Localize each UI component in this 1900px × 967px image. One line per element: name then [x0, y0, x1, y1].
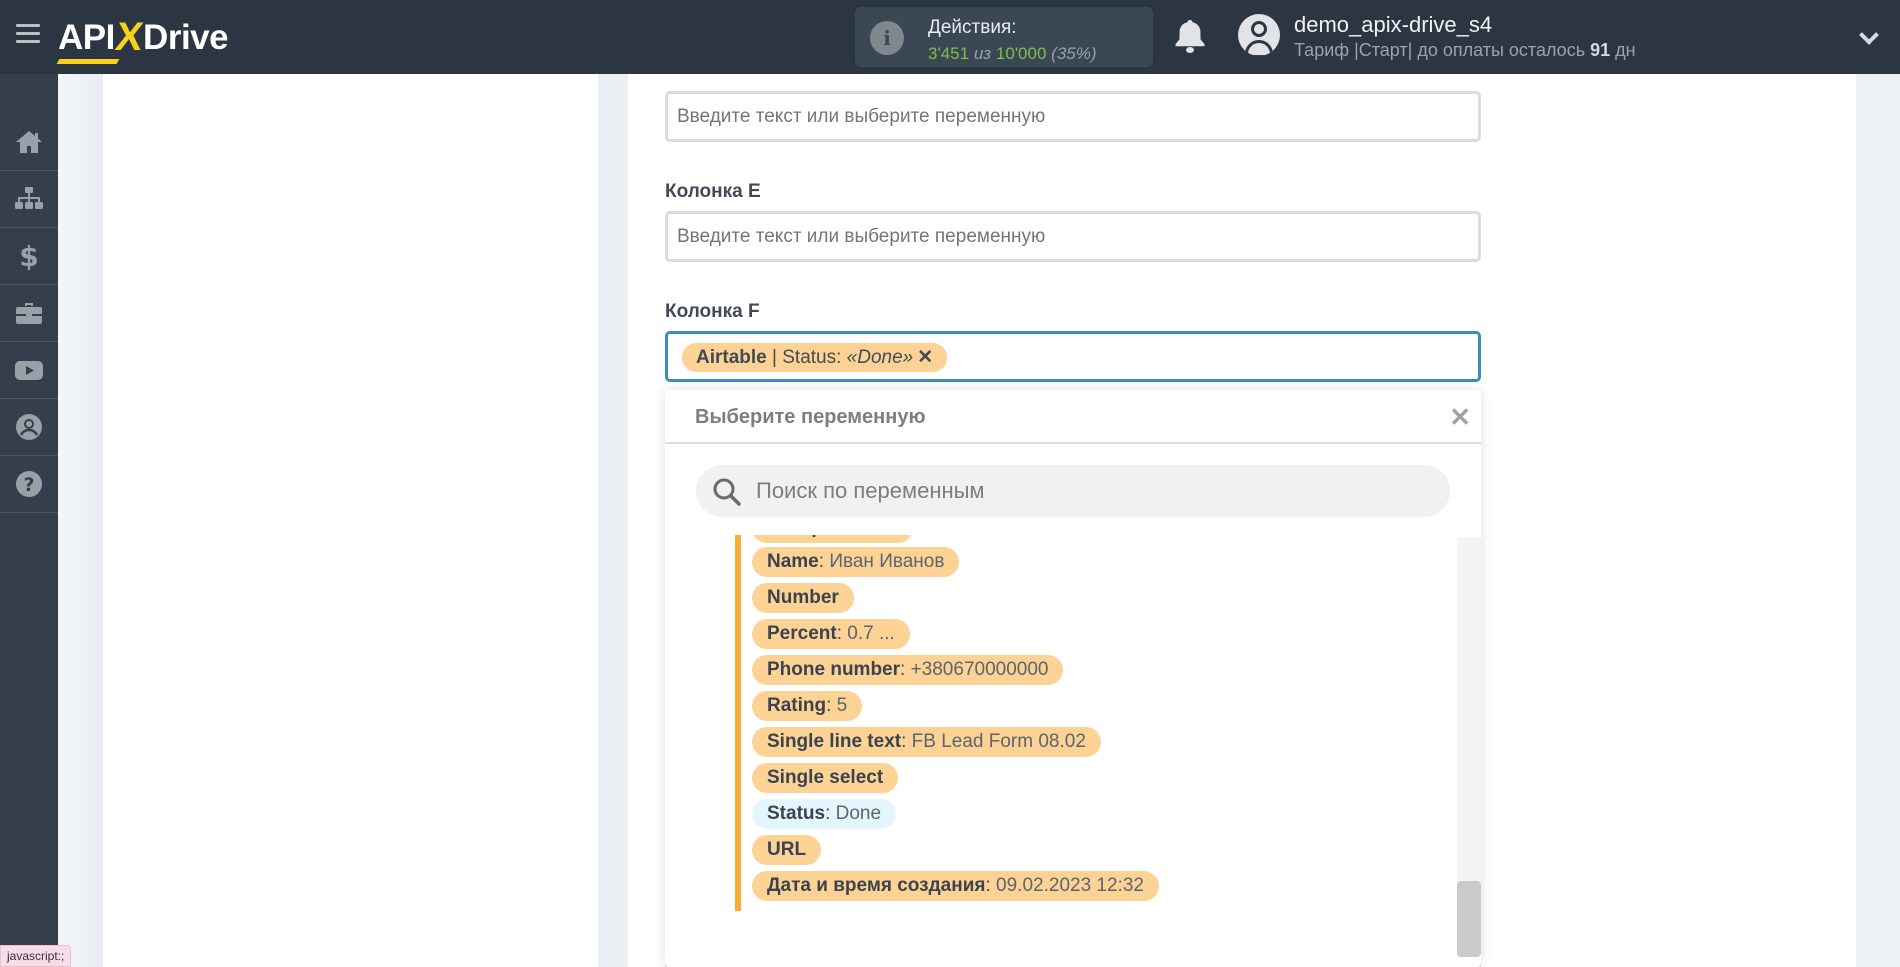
- column-d-input[interactable]: [665, 91, 1481, 142]
- variable-key: URL: [767, 839, 807, 860]
- variable-group-bar: [735, 535, 741, 911]
- sidebar-item-connections[interactable]: [0, 171, 58, 228]
- right-gutter: [1856, 74, 1900, 967]
- variable-item[interactable]: Single line text: FB Lead Form 08.02: [752, 727, 1101, 757]
- actions-percent: (35%): [1051, 44, 1097, 63]
- briefcase-icon: [16, 303, 42, 324]
- actions-total: 10'000: [995, 44, 1047, 63]
- youtube-icon: [15, 361, 43, 380]
- sidebar: $ ?: [0, 74, 58, 967]
- variable-list: Multiple select Name: Иван Иванов Number…: [665, 535, 1455, 915]
- variable-value: Done: [835, 803, 882, 824]
- variable-key: Status: [767, 803, 826, 824]
- sidebar-item-help[interactable]: ?: [0, 456, 58, 513]
- variable-item[interactable]: Single select: [752, 763, 899, 793]
- logo-text-api: API: [58, 18, 115, 57]
- left-gutter: [58, 74, 103, 967]
- field-label-column-e: Колонка E: [665, 181, 761, 202]
- hamburger-menu-icon[interactable]: [16, 24, 40, 44]
- variable-item[interactable]: URL: [752, 835, 822, 865]
- variable-item[interactable]: Percent: 0.7 ...: [752, 619, 910, 649]
- user-avatar-icon[interactable]: [1238, 14, 1280, 56]
- tag-remove-icon[interactable]: ✕: [917, 347, 933, 368]
- plan-text: Тариф |Старт| до оплаты осталось: [1294, 40, 1586, 60]
- actions-used: 3'451: [928, 44, 970, 63]
- variable-key: Number: [767, 587, 839, 608]
- logo-underline: [56, 59, 120, 64]
- sidebar-item-profile[interactable]: [0, 399, 58, 456]
- sitemap-icon: [15, 187, 43, 209]
- dropdown-title: Выберите переменную: [695, 406, 926, 428]
- chevron-down-icon[interactable]: [1859, 25, 1879, 45]
- variable-value: 0.7 ...: [847, 623, 895, 644]
- logo-text-drive: Drive: [143, 18, 229, 57]
- variable-value: 09.02.2023 12:32: [996, 875, 1144, 896]
- variable-item[interactable]: Number: [752, 583, 854, 613]
- variable-item[interactable]: Rating: 5: [752, 691, 863, 721]
- left-panel: [103, 74, 598, 967]
- variable-item[interactable]: Дата и время создания: 09.02.2023 12:32: [752, 871, 1159, 901]
- variable-key: Rating: [767, 695, 827, 716]
- variable-key: Percent: [767, 623, 837, 644]
- status-bar-link: javascript:;: [0, 945, 72, 967]
- variable-value: 5: [836, 695, 848, 716]
- svg-text:?: ?: [23, 474, 34, 496]
- column-e-input[interactable]: [665, 211, 1481, 262]
- info-icon: i: [870, 21, 904, 55]
- sidebar-item-videos[interactable]: [0, 342, 58, 399]
- variable-key: Дата и время создания: [767, 875, 986, 896]
- user-plan: Тариф |Старт| до оплаты осталось 91 дн: [1294, 40, 1636, 61]
- variable-tag[interactable]: Airtable | Status: «Done» ✕: [682, 343, 948, 372]
- variable-value: Иван Иванов: [829, 551, 945, 572]
- logo-text-x: X: [112, 15, 146, 59]
- plan-days-suffix: дн: [1615, 40, 1636, 60]
- sidebar-item-home[interactable]: [0, 114, 58, 171]
- user-circle-icon: [16, 414, 42, 440]
- dropdown-scrollbar[interactable]: [1457, 537, 1481, 957]
- actions-counter: i Действия: 3'451 из 10'000 (35%): [855, 7, 1153, 67]
- variable-key: Single select: [767, 767, 884, 788]
- variable-key: Name: [767, 551, 819, 572]
- tag-source: Airtable: [696, 347, 767, 368]
- actions-stats: 3'451 из 10'000 (35%): [928, 44, 1097, 64]
- panel-gap: [598, 74, 628, 967]
- variable-item[interactable]: Name: Иван Иванов: [752, 547, 960, 577]
- plan-days: 91: [1590, 40, 1611, 60]
- sidebar-item-billing[interactable]: $: [0, 228, 58, 285]
- user-name[interactable]: demo_apix-drive_s4: [1294, 12, 1492, 38]
- home-icon: [16, 131, 42, 153]
- dollar-icon: $: [19, 241, 38, 271]
- field-label-column-f: Колонка F: [665, 301, 760, 322]
- apixdrive-logo[interactable]: API X Drive: [56, 12, 229, 64]
- variable-search-input[interactable]: [756, 465, 1436, 517]
- top-header: API X Drive i Действия: 3'451 из 10'000 (3…: [0, 0, 1900, 74]
- variable-value: +380670000000: [910, 659, 1049, 680]
- variable-value: FB Lead Form 08.02: [911, 731, 1086, 752]
- variable-item-selected[interactable]: Status: Done: [752, 799, 897, 829]
- question-circle-icon: ?: [16, 471, 42, 497]
- svg-text:$: $: [19, 241, 38, 271]
- bell-icon[interactable]: [1174, 18, 1206, 54]
- actions-title: Действия:: [928, 17, 1017, 38]
- actions-of: из: [973, 44, 992, 63]
- variable-key: Phone number: [767, 659, 901, 680]
- variable-item[interactable]: Phone number: +380670000000: [752, 655, 1064, 685]
- variable-search: [696, 465, 1450, 517]
- column-f-input[interactable]: Airtable | Status: «Done» ✕: [665, 331, 1481, 382]
- scrollbar-thumb[interactable]: [1457, 881, 1481, 957]
- variable-key: Single line text: [767, 731, 902, 752]
- close-icon[interactable]: ✕: [1449, 402, 1471, 433]
- tag-field: | Status:: [766, 347, 847, 368]
- dropdown-header: Выберите переменную ✕: [665, 390, 1481, 444]
- variable-picker-dropdown: Выберите переменную ✕ Multiple select Na…: [665, 390, 1481, 967]
- variable-key: Multiple select: [767, 535, 898, 538]
- search-icon: [713, 478, 741, 506]
- sidebar-item-services[interactable]: [0, 285, 58, 342]
- tag-value: «Done»: [846, 347, 914, 368]
- variable-item[interactable]: Multiple select: [752, 535, 913, 543]
